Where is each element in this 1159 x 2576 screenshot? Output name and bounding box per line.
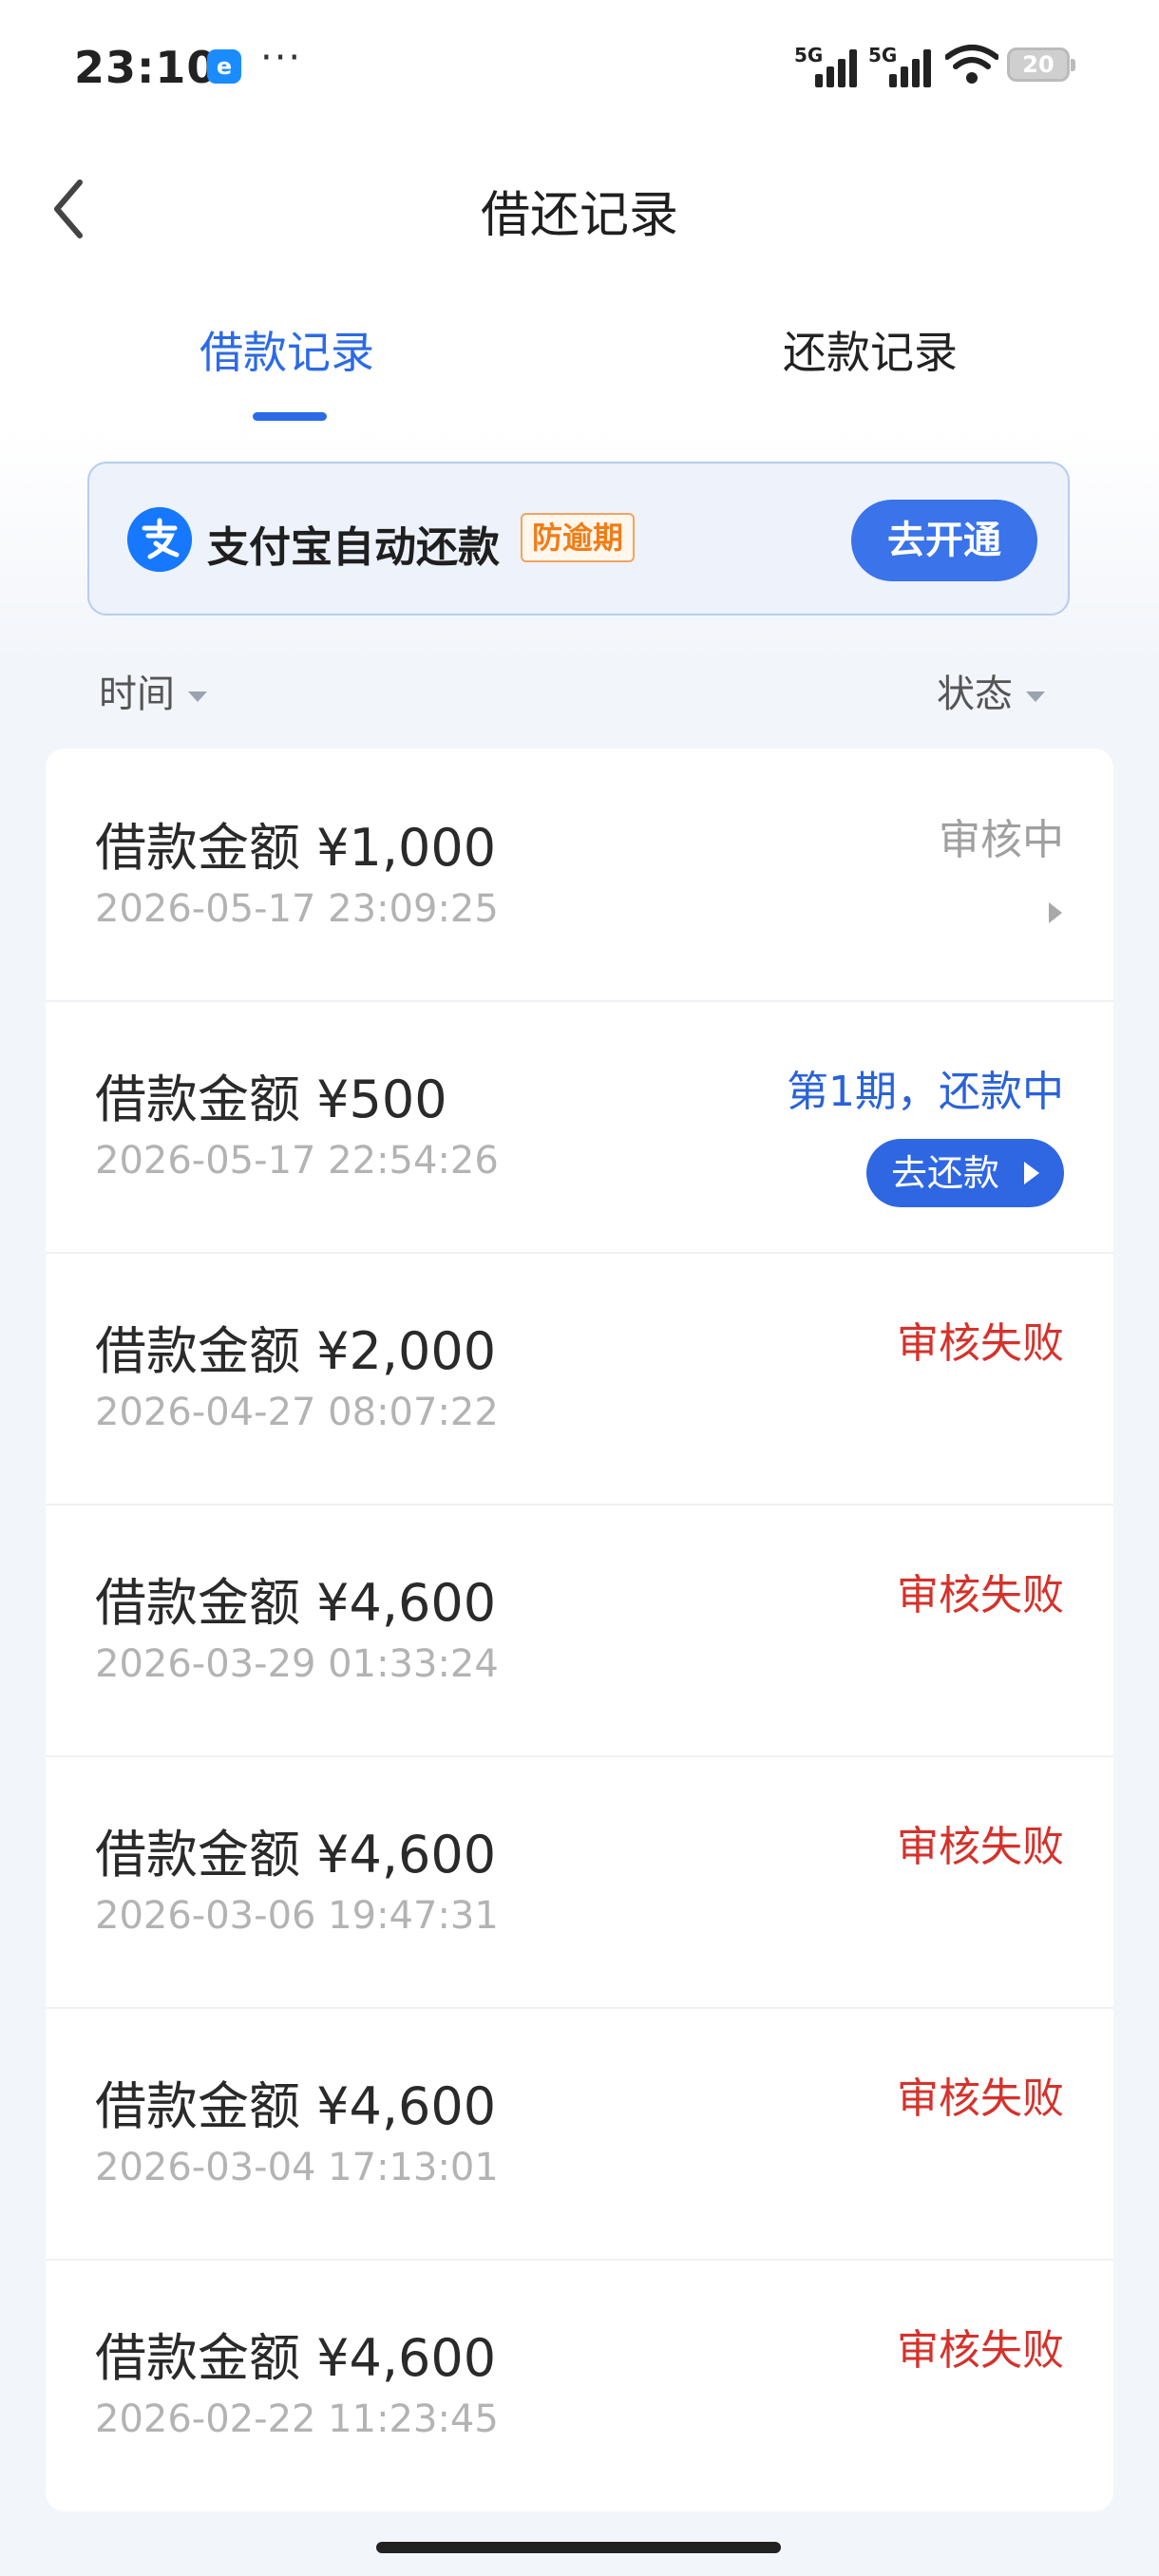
- loan-amount: 借款金额 ¥500: [95, 1070, 447, 1129]
- list-item[interactable]: 借款金额 ¥2,000 2026-04-27 08:07:22 审核失败: [46, 1252, 1113, 1504]
- signal-strength-icon: 5G: [794, 44, 857, 87]
- more-notifications-icon: ···: [260, 36, 303, 80]
- repay-button-label: 去还款: [891, 1152, 1000, 1194]
- status-label: 审核失败: [897, 1319, 1064, 1368]
- list-item[interactable]: 借款金额 ¥1,000 2026-05-17 23:09:25 审核中: [46, 748, 1113, 1000]
- caret-down-icon: [188, 691, 207, 702]
- tab-repay-records[interactable]: 还款记录: [783, 318, 958, 381]
- battery-icon: 20: [1007, 47, 1075, 82]
- active-tab-indicator: [253, 412, 327, 421]
- signal-strength-icon: 5G: [868, 44, 931, 87]
- list-item[interactable]: 借款金额 ¥4,600 2026-02-22 11:23:45 审核失败: [46, 2259, 1113, 2510]
- loan-datetime: 2026-04-27 08:07:22: [95, 1391, 499, 1434]
- loan-datetime: 2026-05-17 22:54:26: [95, 1139, 499, 1183]
- wifi-icon: [945, 45, 998, 84]
- loan-amount: 借款金额 ¥1,000: [95, 818, 497, 878]
- status-time: 23:10: [74, 42, 218, 93]
- play-icon: [1024, 1162, 1039, 1184]
- records-list: 借款金额 ¥1,000 2026-05-17 23:09:25 审核中 借款金额…: [46, 748, 1113, 2511]
- list-item[interactable]: 借款金额 ¥4,600 2026-03-04 17:13:01 审核失败: [46, 2007, 1113, 2259]
- loan-datetime: 2026-05-17 23:09:25: [95, 887, 499, 931]
- loan-amount: 借款金额 ¥4,600: [95, 1573, 497, 1633]
- time-filter[interactable]: 时间: [99, 663, 207, 718]
- caret-down-icon: [1026, 691, 1045, 702]
- repay-button[interactable]: 去还款: [866, 1139, 1064, 1207]
- status-label: 审核失败: [897, 1823, 1064, 1871]
- loan-amount: 借款金额 ¥4,600: [95, 2328, 497, 2388]
- notification-app-icon: e: [207, 49, 241, 84]
- network-type-label: 5G: [794, 44, 824, 66]
- list-item[interactable]: 借款金额 ¥500 2026-05-17 22:54:26 第1期，还款中 去还…: [46, 1000, 1113, 1252]
- status-label: 审核失败: [897, 2074, 1064, 2123]
- home-indicator[interactable]: [376, 2542, 781, 2553]
- status-label: 审核失败: [897, 2326, 1064, 2375]
- battery-level: 20: [1022, 51, 1054, 78]
- alipay-autopay-banner[interactable]: 支付宝自动还款 防逾期 去开通: [87, 462, 1070, 616]
- loan-amount: 借款金额 ¥4,600: [95, 1825, 497, 1885]
- status-filter-label: 状态: [937, 672, 1013, 716]
- loan-amount: 借款金额 ¥2,000: [95, 1321, 497, 1381]
- activate-button[interactable]: 去开通: [851, 500, 1037, 581]
- chevron-right-icon: [1049, 902, 1062, 923]
- banner-title: 支付宝自动还款: [207, 523, 500, 572]
- status-filter[interactable]: 状态: [937, 663, 1045, 718]
- banner-badge: 防逾期: [521, 513, 636, 562]
- tab-borrow-records[interactable]: 借款记录: [200, 318, 374, 381]
- status-label: 审核失败: [897, 1571, 1064, 1619]
- status-label: 审核中: [939, 816, 1064, 864]
- loan-datetime: 2026-03-29 01:33:24: [95, 1642, 499, 1686]
- status-label: 第1期，还款中: [787, 1068, 1064, 1116]
- loan-datetime: 2026-02-22 11:23:45: [95, 2397, 499, 2441]
- loan-datetime: 2026-03-04 17:13:01: [95, 2146, 499, 2189]
- loan-amount: 借款金额 ¥4,600: [95, 2076, 497, 2136]
- loan-datetime: 2026-03-06 19:47:31: [95, 1894, 499, 1938]
- time-filter-label: 时间: [99, 672, 175, 716]
- page-title: 借还记录: [480, 187, 678, 244]
- list-item[interactable]: 借款金额 ¥4,600 2026-03-06 19:47:31 审核失败: [46, 1755, 1113, 2007]
- network-type-label: 5G: [868, 44, 898, 66]
- list-item[interactable]: 借款金额 ¥4,600 2026-03-29 01:33:24 审核失败: [46, 1504, 1113, 1755]
- alipay-icon: [127, 507, 192, 572]
